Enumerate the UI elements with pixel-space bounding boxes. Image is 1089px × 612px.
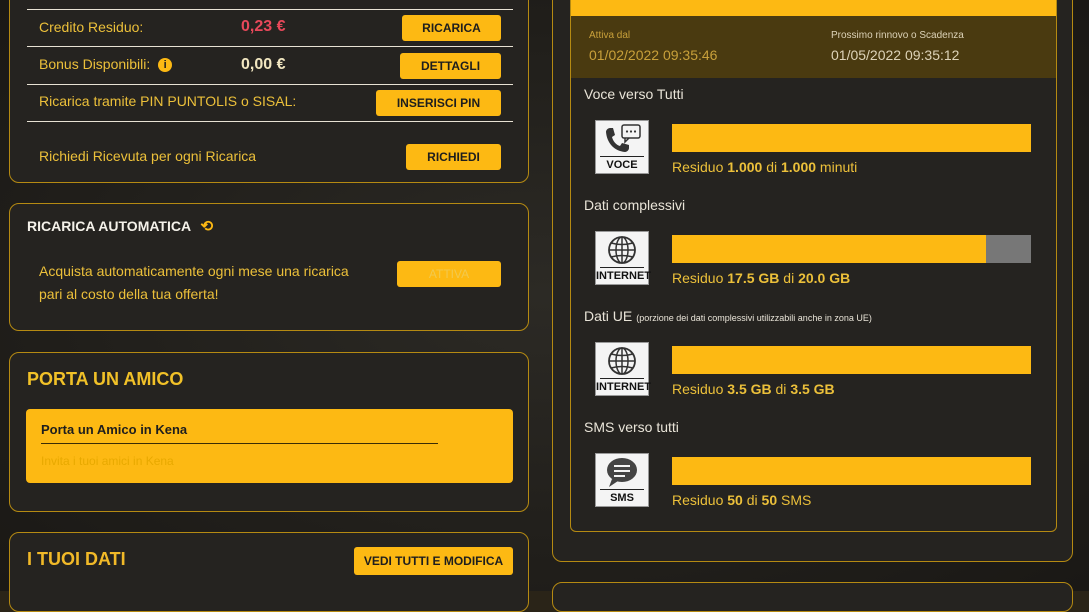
usage-residuo-part: 3.5 GB (727, 381, 772, 397)
friend-box-subtitle: Invita i tuoi amici in Kena (41, 454, 174, 468)
auto-recharge-card: RICARICA AUTOMATICA ⟲ Acquista automatic… (9, 203, 529, 331)
usage-icon-caption: INTERNET (596, 270, 651, 282)
usage-label: Dati UE (porzione dei dati complessivi ut… (584, 308, 872, 324)
usage-residuo-part: 3.5 GB (790, 381, 835, 397)
auto-recharge-desc-2: pari al costo della tua offerta! (39, 286, 219, 302)
divider (27, 121, 513, 122)
icon-caption-divider (600, 489, 644, 490)
usage-residuo-part: di (762, 159, 781, 175)
usage-progress-bar (672, 124, 1031, 152)
usage-label-text: SMS verso tutti (584, 419, 679, 435)
auto-recharge-desc-1: Acquista automaticamente ogni mese una r… (39, 263, 349, 279)
data-card: I TUOI DATI VEDI TUTTI E MODIFICA (9, 532, 529, 612)
usage-residuo: Residuo 50 di 50 SMS (672, 492, 811, 508)
usage-icon-caption: VOCE (606, 159, 638, 171)
inserisci-pin-button[interactable]: INSERISCI PIN (376, 90, 501, 116)
usage-label-text: Voce verso Tutti (584, 86, 684, 102)
data-title: I TUOI DATI (27, 549, 126, 569)
usage-progress-fill (672, 346, 1031, 374)
phone-chat-icon: VOCE (595, 120, 649, 174)
friend-box[interactable]: Porta un Amico in Kena Invita i tuoi ami… (26, 409, 513, 483)
ricarica-button[interactable]: RICARICA (402, 15, 501, 41)
usage-residuo-part: Residuo (672, 381, 728, 397)
usage-residuo-part: 17.5 GB (727, 270, 780, 286)
bonus-value: 0,00 € (241, 56, 286, 73)
usage-label-text: Dati complessivi (584, 197, 686, 213)
divider (27, 46, 513, 47)
credit-card: Credito Residuo: 0,23 € RICARICA Bonus D… (9, 0, 529, 183)
usage-progress-fill (672, 235, 987, 263)
offer-header-band (571, 0, 1056, 16)
usage-progress-bar (672, 235, 1031, 263)
usage-residuo-part: di (779, 270, 799, 286)
rinnovo-label: Prossimo rinnovo o Scadenza (831, 30, 964, 41)
divider (27, 9, 513, 10)
usage-residuo-part: SMS (777, 492, 812, 508)
sms-bubble-icon: SMS (595, 453, 649, 507)
info-icon[interactable]: i (158, 58, 173, 72)
icon-caption-divider (600, 378, 644, 379)
usage-residuo-part: minuti (816, 159, 858, 175)
auto-recharge-title-text: RICARICA AUTOMATICA (27, 218, 191, 234)
usage-residuo-part: Residuo (672, 492, 728, 508)
attiva-value: 01/02/2022 09:35:46 (589, 47, 718, 63)
vedi-tutti-button[interactable]: VEDI TUTTI E MODIFICA (354, 547, 513, 575)
icon-caption-divider (600, 267, 644, 268)
usage-residuo-part: 50 (727, 492, 743, 508)
usage-progress-bar (672, 457, 1031, 485)
friend-title: PORTA UN AMICO (27, 369, 184, 389)
bonus-label-text: Bonus Disponibili: (39, 56, 151, 72)
usage-note: (porzione dei dati complessivi utilizzab… (636, 313, 872, 323)
usage-residuo-part: di (771, 381, 791, 397)
globe-icon: INTERNET (595, 231, 651, 285)
usage-residuo: Residuo 17.5 GB di 20.0 GB (672, 270, 850, 286)
refresh-icon: ⟲ (200, 218, 214, 235)
usage-residuo-part: Residuo (672, 270, 728, 286)
usage-residuo-part: 20.0 GB (798, 270, 851, 286)
credito-label: Credito Residuo: (39, 19, 144, 35)
auto-recharge-title: RICARICA AUTOMATICA ⟲ (27, 217, 213, 235)
usage-residuo-part: 50 (761, 492, 778, 508)
usage-residuo: Residuo 1.000 di 1.000 minuti (672, 159, 857, 175)
dettagli-button[interactable]: DETTAGLI (400, 53, 501, 79)
usage-label: Voce verso Tutti (584, 86, 684, 102)
usage-residuo-part: 1.000 (781, 159, 817, 175)
attiva-button[interactable]: ATTIVA (397, 261, 501, 287)
usage-progress-fill (672, 124, 1031, 152)
usage-residuo: Residuo 3.5 GB di 3.5 GB (672, 381, 835, 397)
globe-icon: INTERNET (595, 342, 651, 396)
friend-box-divider (41, 443, 438, 444)
divider (27, 84, 513, 85)
icon-caption-divider (600, 156, 644, 157)
bonus-label: Bonus Disponibili: i (39, 56, 173, 72)
attiva-label: Attiva dal (589, 30, 631, 41)
usage-label: Dati complessivi (584, 197, 685, 213)
pin-label: Ricarica tramite PIN PUNTOLIS o SISAL: (39, 93, 297, 109)
rinnovo-value: 01/05/2022 09:35:12 (831, 47, 960, 63)
friend-card: PORTA UN AMICO Porta un Amico in Kena In… (9, 352, 529, 512)
usage-residuo-part: 1.000 (727, 159, 763, 175)
usage-icon-caption: INTERNET (596, 381, 651, 393)
credito-value: 0,23 € (241, 18, 286, 35)
usage-progress-fill (672, 457, 1031, 485)
ricevuta-label: Richiedi Ricevuta per ogni Ricarica (39, 148, 257, 164)
friend-box-title: Porta un Amico in Kena (41, 422, 188, 437)
usage-icon-caption: SMS (610, 492, 634, 504)
usage-label-text: Dati UE (584, 308, 633, 324)
usage-progress-bar (672, 346, 1031, 374)
next-card (552, 582, 1073, 612)
usage-label: SMS verso tutti (584, 419, 679, 435)
usage-residuo-part: Residuo (672, 159, 728, 175)
richiedi-button[interactable]: RICHIEDI (406, 144, 501, 170)
usage-residuo-part: di (742, 492, 762, 508)
